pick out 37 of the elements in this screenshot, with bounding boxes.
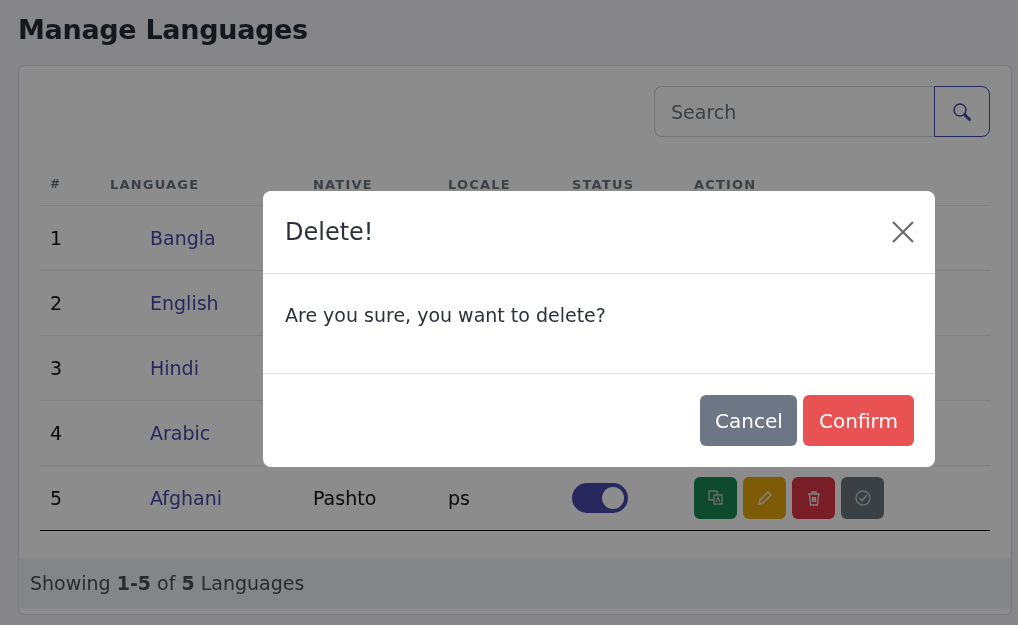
search-icon [952,101,972,122]
language-link[interactable]: Hindi [150,357,199,379]
check-circle-icon [853,489,872,507]
delete-button[interactable] [792,477,835,519]
cancel-button[interactable]: Cancel [700,395,797,446]
default-button[interactable] [841,477,884,519]
close-icon [891,220,915,244]
row-number: 5 [50,487,63,509]
confirm-button[interactable]: Confirm [803,395,914,446]
pencil-icon [755,489,774,507]
row-number: 2 [50,292,63,314]
close-button[interactable] [891,220,915,244]
showing-text: Showing 1-5 of 5 Languages [30,572,305,594]
column-header: NATIVE [313,176,373,192]
row-number: 1 [50,227,63,249]
column-header: # [50,177,62,191]
search-button[interactable] [934,86,990,137]
language-link[interactable]: Bangla [150,227,216,249]
row-number: 3 [50,357,63,379]
dialog-message: Are you sure, you want to delete? [285,303,606,326]
native-name: Pashto [313,487,377,509]
column-header: STATUS [572,176,635,192]
edit-button[interactable] [743,477,786,519]
row-number: 4 [50,422,63,444]
page-title: Manage Languages [18,14,309,45]
search-field[interactable]: Search [654,86,934,137]
translate-icon [706,489,725,507]
column-header: LANGUAGE [110,176,200,192]
translate-button[interactable] [694,477,737,519]
status-toggle[interactable] [572,483,628,513]
language-link[interactable]: English [150,292,219,314]
column-header: LOCALE [448,176,511,192]
language-link[interactable]: Afghani [150,487,223,509]
dialog-title: Delete! [285,218,374,246]
locale-code: ps [448,487,470,509]
column-header: ACTION [694,176,757,192]
language-link[interactable]: Arabic [150,422,211,444]
